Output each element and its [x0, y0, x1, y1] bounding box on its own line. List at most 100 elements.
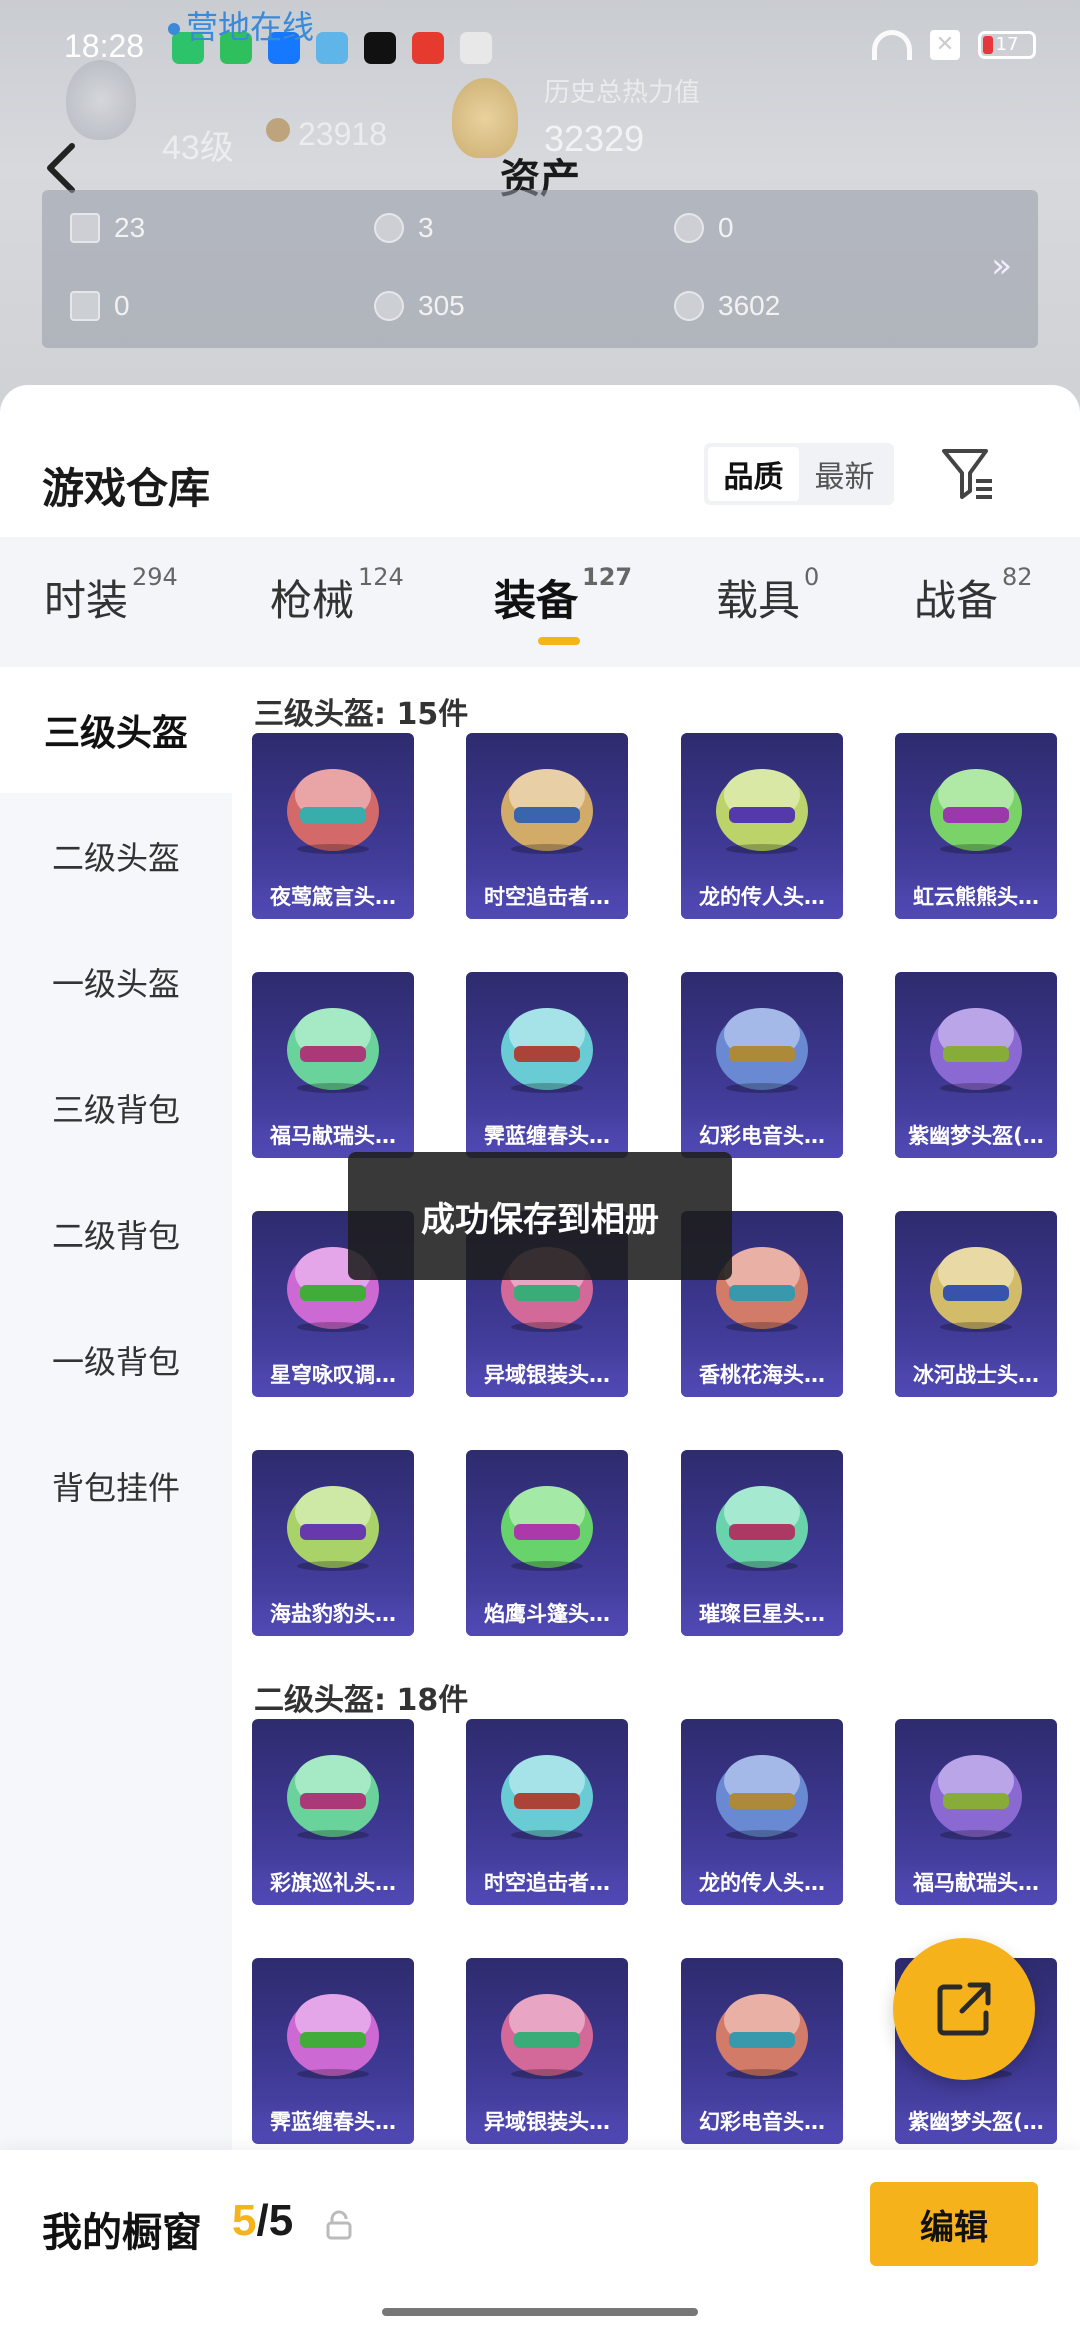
- edit-showcase-button[interactable]: 编辑: [870, 2182, 1038, 2266]
- helmet-item-card[interactable]: 璀璨巨星头…: [681, 1450, 843, 1636]
- share-button[interactable]: [893, 1938, 1035, 2080]
- helmet-item-card[interactable]: 龙的传人头…: [681, 1719, 843, 1905]
- helmet-item-card[interactable]: 时空追击者…: [466, 1719, 628, 1905]
- asset-item: 0: [674, 212, 734, 244]
- tab-supplies[interactable]: 战备 82: [914, 563, 1033, 628]
- item-name: 异域银装头…: [466, 1353, 628, 1397]
- medal-icon: [266, 118, 290, 142]
- assets-panel[interactable]: 23 3 0 0 305 3602 »: [42, 190, 1038, 348]
- screen: { "status_bar": {"time": "18:28", "batte…: [0, 0, 1080, 2340]
- warehouse-title: 游戏仓库: [42, 464, 211, 513]
- item-name: 焰鹰斗篷头…: [466, 1592, 628, 1636]
- item-name: 时空追击者…: [466, 1861, 628, 1905]
- coin-icon: [374, 213, 404, 243]
- helmet-item-card[interactable]: 福马献瑞头…: [252, 972, 414, 1158]
- tab-weapons[interactable]: 枪械 124: [270, 563, 404, 628]
- card-icon: [70, 213, 100, 243]
- rank-emblem-icon: [66, 60, 136, 140]
- helmet-item-card[interactable]: 海盐豹豹头…: [252, 1450, 414, 1636]
- helmet-item-card[interactable]: 冰河战士头…: [895, 1211, 1057, 1397]
- helmet-item-card[interactable]: 龙的传人头…: [681, 733, 843, 919]
- helmet-item-card[interactable]: 霁蓝缠春头…: [466, 972, 628, 1158]
- camp-online-banner[interactable]: 营地在线: [168, 2, 314, 48]
- asset-item: 3: [374, 212, 434, 244]
- helmet-icon: [716, 1994, 808, 2079]
- helmet-icon: [930, 1247, 1022, 1332]
- sidebar-item-level2-backpack[interactable]: 二级背包: [0, 1171, 232, 1297]
- item-name: 龙的传人头…: [681, 875, 843, 919]
- active-tab-indicator: [538, 637, 580, 645]
- helmet-item-card[interactable]: 异域银装头…: [466, 1958, 628, 2144]
- sort-toggle: 品质 最新: [704, 443, 894, 505]
- helmet-item-card[interactable]: 幻彩电音头…: [681, 972, 843, 1158]
- helmet-item-card[interactable]: 时空追击者…: [466, 733, 628, 919]
- filter-icon[interactable]: [940, 445, 994, 501]
- sidebar-item-level2-helmet[interactable]: 二级头盔: [0, 793, 232, 919]
- item-name: 彩旗巡礼头…: [252, 1861, 414, 1905]
- helmet-item-card[interactable]: 紫幽梦头盔(…: [895, 972, 1057, 1158]
- helmet-item-card[interactable]: 虹云熊熊头…: [895, 733, 1057, 919]
- item-name: 香桃花海头…: [681, 1353, 843, 1397]
- helmet-icon: [287, 1755, 379, 1840]
- helmet-item-card[interactable]: 霁蓝缠春头…: [252, 1958, 414, 2144]
- section-title-level3: 三级头盔: 15件: [254, 697, 469, 732]
- sidebar-item-backpack-charm[interactable]: 背包挂件: [0, 1423, 232, 1549]
- sidebar-item-level3-helmet[interactable]: 三级头盔: [0, 667, 232, 793]
- item-name: 海盐豹豹头…: [252, 1592, 414, 1636]
- sidebar-item-level1-backpack[interactable]: 一级背包: [0, 1297, 232, 1423]
- showcase-count: 5/5: [232, 2196, 294, 2245]
- sort-newest-button[interactable]: 最新: [799, 447, 890, 501]
- sort-quality-button[interactable]: 品质: [708, 447, 799, 501]
- helmet-icon: [501, 769, 593, 854]
- toast-message: 成功保存到相册: [348, 1152, 732, 1280]
- token-icon: [674, 213, 704, 243]
- item-name: 龙的传人头…: [681, 1861, 843, 1905]
- helmet-icon: [287, 1994, 379, 2079]
- helmet-item-card[interactable]: 幻彩电音头…: [681, 1958, 843, 2144]
- system-indicators: ✕ 17: [872, 30, 1036, 60]
- sidebar-item-level3-backpack[interactable]: 三级背包: [0, 1045, 232, 1171]
- asset-item: 305: [374, 290, 465, 322]
- helmet-item-card[interactable]: 焰鹰斗篷头…: [466, 1450, 628, 1636]
- helmet-icon: [287, 1008, 379, 1093]
- helmet-icon: [930, 1008, 1022, 1093]
- helmet-icon: [501, 1755, 593, 1840]
- asset-item: 23: [70, 212, 145, 244]
- item-name: 冰河战士头…: [895, 1353, 1057, 1397]
- helmet-item-card[interactable]: 福马献瑞头…: [895, 1719, 1057, 1905]
- asset-item: 3602: [674, 290, 780, 322]
- helmet-item-card[interactable]: 夜莺箴言头…: [252, 733, 414, 919]
- tiktok-icon: [364, 32, 396, 64]
- item-name: 紫幽梦头盔(…: [895, 2100, 1057, 2144]
- video-app-icon: [412, 32, 444, 64]
- helmet-icon: [501, 1486, 593, 1571]
- helmet-icon: [930, 769, 1022, 854]
- item-name: 时空追击者…: [466, 875, 628, 919]
- wifi-icon: [872, 30, 912, 60]
- item-name: 星穹咏叹调…: [252, 1353, 414, 1397]
- section-title-level2: 二级头盔: 18件: [254, 1683, 469, 1718]
- sidebar-item-level1-helmet[interactable]: 一级头盔: [0, 919, 232, 1045]
- asset-item: 0: [70, 290, 130, 322]
- more-assets-icon[interactable]: »: [991, 246, 1012, 286]
- helmet-icon: [287, 769, 379, 854]
- helmet-icon: [716, 1755, 808, 1840]
- helmet-item-card[interactable]: 彩旗巡礼头…: [252, 1719, 414, 1905]
- helmet-icon: [930, 1755, 1022, 1840]
- item-name: 霁蓝缠春头…: [252, 2100, 414, 2144]
- tab-equipment[interactable]: 装备 127: [494, 563, 632, 628]
- tab-fashion[interactable]: 时装 294: [44, 563, 178, 628]
- sim-off-icon: ✕: [930, 30, 960, 60]
- lock-icon: [326, 2210, 352, 2240]
- oppo-app-icon: [460, 32, 492, 64]
- helmet-icon: [716, 769, 808, 854]
- showcase-label: 我的橱窗: [42, 2210, 202, 2256]
- helmet-icon: [716, 1008, 808, 1093]
- item-name: 幻彩电音头…: [681, 2100, 843, 2144]
- ticket-icon: [70, 291, 100, 321]
- app-notification-icon: [316, 32, 348, 64]
- home-indicator[interactable]: [382, 2308, 698, 2316]
- tab-vehicles[interactable]: 载具 0: [716, 563, 819, 628]
- heat-label: 历史总热力值: [544, 78, 701, 108]
- share-export-icon: [937, 1982, 991, 2036]
